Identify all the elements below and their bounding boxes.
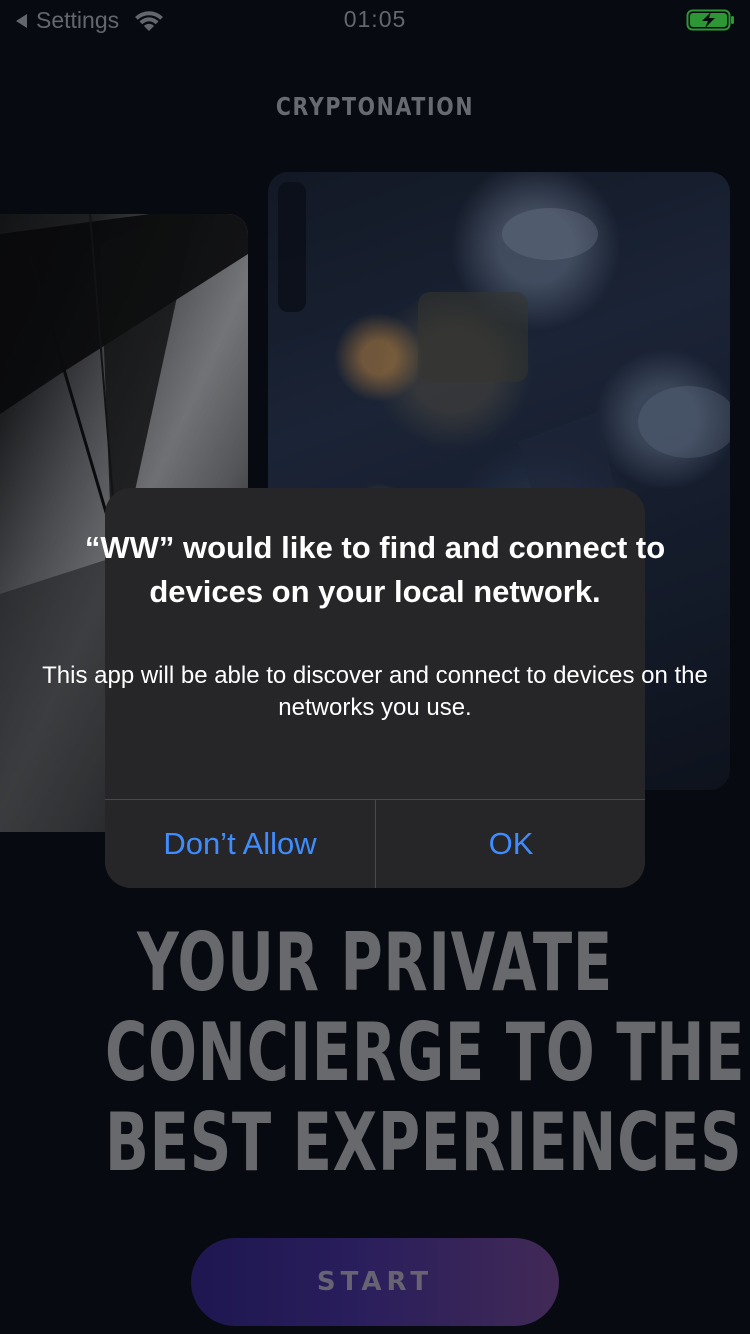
dont-allow-button[interactable]: Don’t Allow — [105, 800, 375, 888]
ok-button[interactable]: OK — [376, 800, 646, 888]
alert-title: “WW” would like to find and connect to d… — [84, 530, 666, 609]
alert-message: This app will be able to discover and co… — [42, 662, 708, 721]
